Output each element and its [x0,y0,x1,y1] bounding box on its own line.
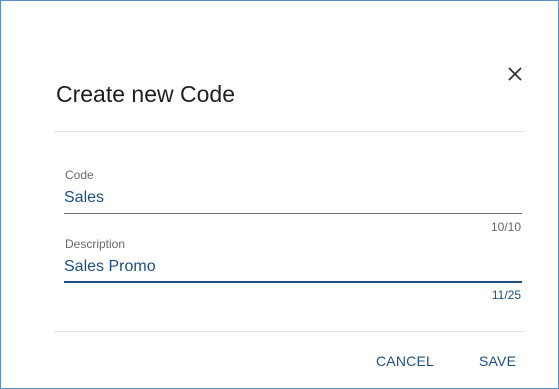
create-code-dialog: Create new Code Code 10/10 Description 1… [0,0,559,389]
description-field-label: Description [65,237,126,251]
description-input[interactable] [64,256,520,278]
cancel-button[interactable]: CANCEL [376,353,434,369]
footer-divider [54,331,524,332]
description-char-counter: 11/25 [491,288,521,302]
save-button[interactable]: SAVE [479,353,516,369]
code-input[interactable] [64,187,520,209]
close-icon[interactable] [503,62,527,86]
code-char-counter: 10/10 [490,220,521,234]
description-underline [64,281,522,283]
code-field-label: Code [65,168,94,182]
dialog-title: Create new Code [56,81,235,107]
code-underline [64,213,522,214]
header-divider [54,131,524,132]
